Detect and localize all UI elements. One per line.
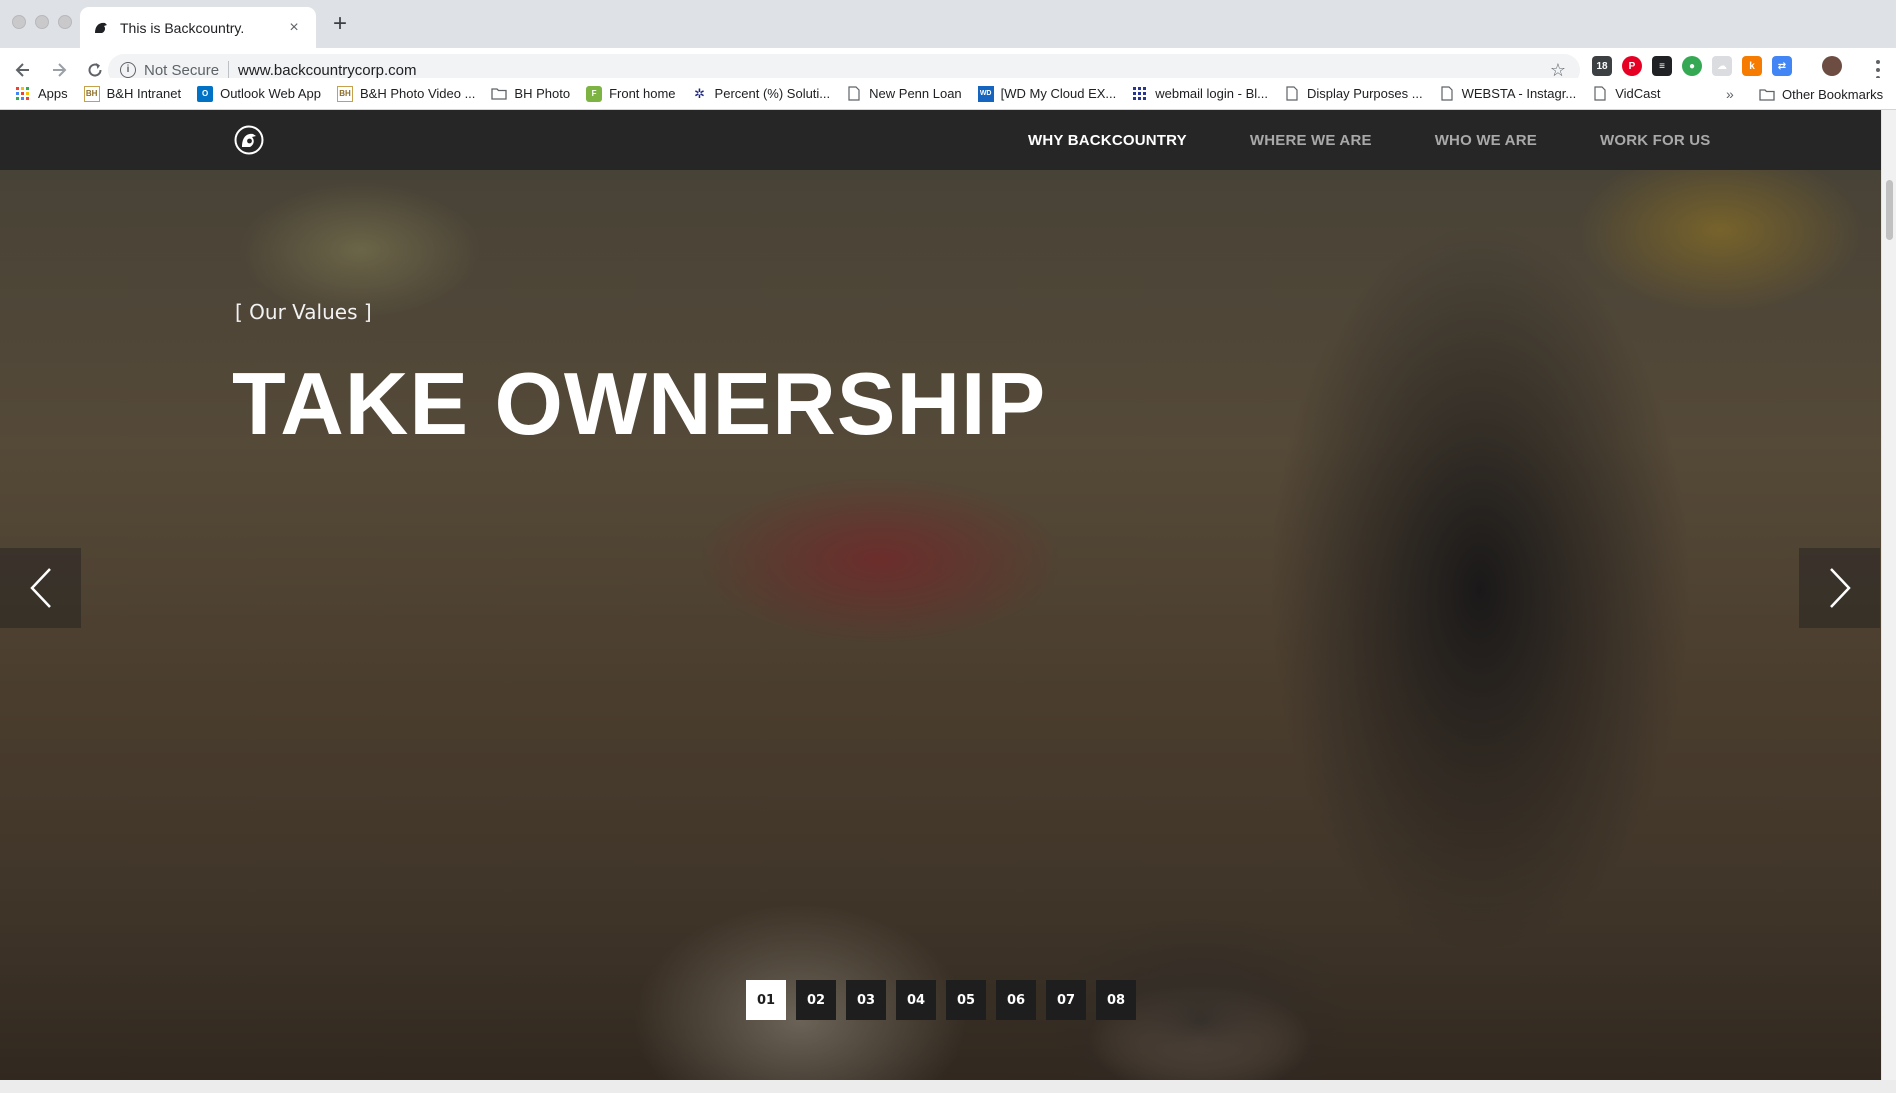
back-arrow-icon xyxy=(15,63,29,77)
page-icon xyxy=(1592,86,1608,102)
minimize-window-button[interactable] xyxy=(35,15,49,29)
previous-slide-button[interactable] xyxy=(0,548,81,628)
bh-favicon-icon: BH xyxy=(83,85,100,102)
bookmark-label: Percent (%) Soluti... xyxy=(714,86,831,101)
search-extension-icon[interactable]: ● xyxy=(1682,56,1702,76)
slide-button-05[interactable]: 05 xyxy=(946,980,986,1020)
bookmark-label: Other Bookmarks xyxy=(1782,86,1884,102)
window-controls xyxy=(12,15,72,29)
bookmark-bh-intranet[interactable]: BH B&H Intranet xyxy=(81,81,188,107)
bookmark-front-home[interactable]: F Front home xyxy=(583,81,682,107)
folder-icon xyxy=(491,86,508,102)
nav-where-we-are[interactable]: WHERE WE ARE xyxy=(1250,132,1372,149)
page-icon xyxy=(1439,86,1455,102)
front-icon: F xyxy=(586,85,603,102)
extensions-row: 18 P ≡ ● ☁ k ⇄ xyxy=(1592,56,1842,76)
site-info-icon[interactable]: i xyxy=(120,62,136,78)
slide-button-02[interactable]: 02 xyxy=(796,980,836,1020)
hero-headline: TAKE OWNERSHIP xyxy=(232,354,1047,453)
percent-icon: ✲ xyxy=(694,85,705,101)
close-window-button[interactable] xyxy=(12,15,26,29)
calendar-extension-icon[interactable]: 18 xyxy=(1592,56,1612,76)
bookmark-label: New Penn Loan xyxy=(869,86,962,101)
cloud-extension-icon[interactable]: ☁ xyxy=(1712,56,1732,76)
bookmark-label: [WD My Cloud EX... xyxy=(1000,86,1117,101)
bookmark-label: Apps xyxy=(38,86,68,101)
bookmark-bh-photo-folder[interactable]: BH Photo xyxy=(488,81,577,107)
tab-close-icon[interactable]: × xyxy=(284,19,304,37)
outlook-icon: O xyxy=(197,85,214,102)
slide-button-08[interactable]: 08 xyxy=(1096,980,1136,1020)
orange-extension-icon[interactable]: k xyxy=(1742,56,1762,76)
nav-who-we-are[interactable]: WHO WE ARE xyxy=(1435,132,1537,149)
new-tab-button[interactable]: + xyxy=(328,12,352,37)
chevron-right-icon xyxy=(1829,568,1851,608)
wd-icon: WD xyxy=(977,85,994,102)
folder-icon xyxy=(1759,86,1775,102)
bookmark-percent-solution[interactable]: ✲ Percent (%) Soluti... xyxy=(689,81,838,107)
section-kicker: [ Our Values ] xyxy=(235,300,372,324)
bookmark-outlook[interactable]: O Outlook Web App xyxy=(194,81,328,107)
bookmark-websta[interactable]: WEBSTA - Instagr... xyxy=(1436,81,1584,107)
slide-button-07[interactable]: 07 xyxy=(1046,980,1086,1020)
tab-title: This is Backcountry. xyxy=(120,19,245,36)
bookmark-label: Outlook Web App xyxy=(220,86,322,101)
chrome-menu-icon[interactable] xyxy=(1876,60,1882,80)
bookmark-display-purposes[interactable]: Display Purposes ... xyxy=(1281,81,1430,107)
page-icon xyxy=(846,86,862,102)
page-scrollbar[interactable] xyxy=(1881,110,1896,1080)
website-viewport: WHY BACKCOUNTRY WHERE WE ARE WHO WE ARE … xyxy=(0,110,1881,1080)
browser-tab-strip: This is Backcountry. × + xyxy=(0,0,1896,48)
bookmark-webmail[interactable]: webmail login - Bl... xyxy=(1129,81,1275,107)
bh-favicon-icon: BH xyxy=(337,85,354,102)
next-slide-button[interactable] xyxy=(1799,548,1880,628)
pinterest-extension-icon[interactable]: P xyxy=(1622,56,1642,76)
bookmark-other-bookmarks[interactable]: Other Bookmarks xyxy=(1756,81,1890,107)
security-label: Not Secure xyxy=(144,61,220,79)
more-bookmarks-chevron-icon[interactable]: » xyxy=(1726,86,1734,102)
bookmark-label: BH Photo xyxy=(514,86,571,101)
slide-button-06[interactable]: 06 xyxy=(996,980,1036,1020)
bookmarks-bar: Apps BH B&H Intranet O Outlook Web App B… xyxy=(0,78,1896,110)
page-icon xyxy=(1284,86,1300,102)
webmail-grid-icon xyxy=(1132,86,1148,102)
slide-button-01[interactable]: 01 xyxy=(746,980,786,1020)
bookmark-wd-my-cloud[interactable]: WD [WD My Cloud EX... xyxy=(975,81,1124,107)
bookmark-bh-photo-video[interactable]: BH B&H Photo Video ... xyxy=(334,81,482,107)
buffer-extension-icon[interactable]: ≡ xyxy=(1652,56,1672,76)
bookmark-label: Display Purposes ... xyxy=(1306,86,1423,101)
chevron-left-icon xyxy=(29,568,51,608)
apps-grid-icon xyxy=(15,86,31,102)
site-header: WHY BACKCOUNTRY WHERE WE ARE WHO WE ARE … xyxy=(0,110,1881,170)
omnibox-divider xyxy=(228,61,230,79)
zoom-window-button[interactable] xyxy=(58,15,72,29)
bookmark-label: Front home xyxy=(609,86,676,101)
url-text[interactable]: www.backcountrycorp.com xyxy=(238,62,416,79)
nav-work-for-us[interactable]: WORK FOR US xyxy=(1600,132,1711,149)
main-nav: WHY BACKCOUNTRY WHERE WE ARE WHO WE ARE … xyxy=(1028,110,1774,170)
sync-extension-icon[interactable]: ⇄ xyxy=(1772,56,1792,76)
bookmark-label: webmail login - Bl... xyxy=(1155,86,1268,101)
bookmark-label: VidCast xyxy=(1615,86,1661,101)
bookmark-vidcast[interactable]: VidCast xyxy=(1589,81,1667,107)
slide-pager: 01 02 03 04 05 06 07 08 xyxy=(746,980,1136,1020)
browser-tab[interactable]: This is Backcountry. × xyxy=(80,7,316,48)
bookmark-label: B&H Intranet xyxy=(106,86,182,101)
slide-button-03[interactable]: 03 xyxy=(846,980,886,1020)
bookmark-label: B&H Photo Video ... xyxy=(360,86,476,101)
window-bottom-edge xyxy=(0,1080,1896,1093)
backcountry-logo-icon[interactable] xyxy=(234,125,264,155)
bookmark-new-penn-loan[interactable]: New Penn Loan xyxy=(843,81,969,107)
bookmark-label: WEBSTA - Instagr... xyxy=(1461,86,1577,101)
reload-icon xyxy=(88,63,102,77)
slide-button-04[interactable]: 04 xyxy=(896,980,936,1020)
backcountry-favicon-icon xyxy=(92,19,110,37)
scrollbar-thumb[interactable] xyxy=(1886,180,1893,240)
bookmark-apps[interactable]: Apps xyxy=(12,81,75,107)
profile-avatar[interactable] xyxy=(1822,56,1842,76)
nav-why-backcountry[interactable]: WHY BACKCOUNTRY xyxy=(1028,132,1187,149)
forward-arrow-icon xyxy=(53,63,67,77)
